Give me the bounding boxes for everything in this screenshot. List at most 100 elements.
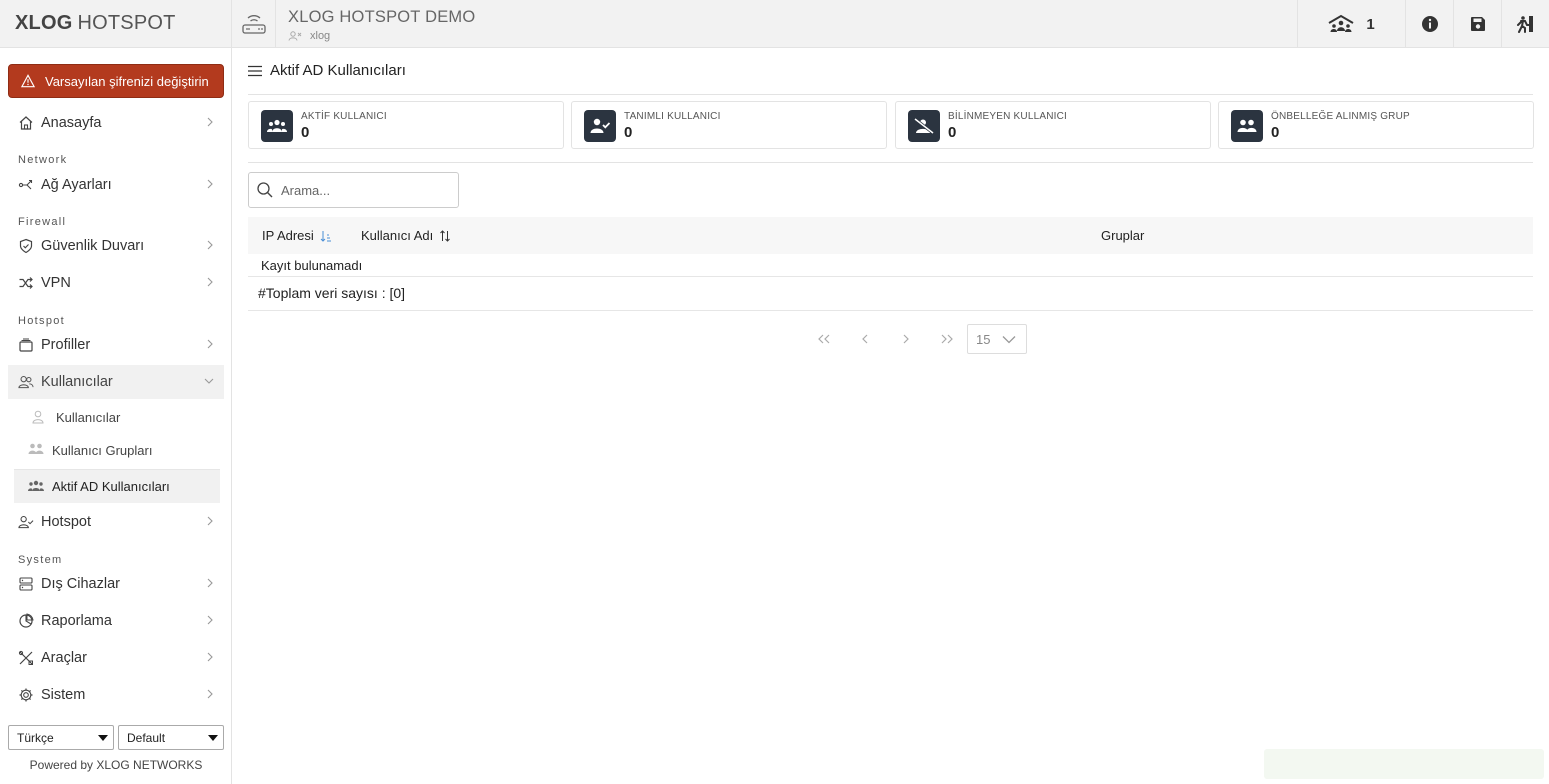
stat-card-active-users: AKTİF KULLANICI 0 bbox=[248, 101, 564, 149]
chevron-right-icon bbox=[207, 516, 213, 526]
last-page-button[interactable] bbox=[926, 324, 967, 354]
chevron-down-icon bbox=[1002, 336, 1016, 344]
user-icon bbox=[32, 410, 48, 424]
column-header-groups: Gruplar bbox=[1101, 228, 1144, 243]
sidebar-item-hotspot[interactable]: Hotspot bbox=[8, 505, 224, 539]
column-header-label: IP Adresi bbox=[262, 228, 314, 243]
logout-icon bbox=[1516, 16, 1533, 33]
shield-icon bbox=[18, 238, 34, 254]
online-users-count: 1 bbox=[1366, 15, 1375, 33]
stat-value: 0 bbox=[948, 124, 957, 141]
user-check-icon bbox=[584, 110, 616, 142]
prev-page-button[interactable] bbox=[844, 324, 885, 354]
top-header: XLOG HOTSPOT DEMO xlog 1 bbox=[232, 0, 1549, 48]
sidebar-item-tools[interactable]: Araçlar bbox=[8, 641, 224, 675]
chevron-right-icon bbox=[207, 652, 213, 662]
first-page-button[interactable] bbox=[803, 324, 844, 354]
theme-select-value: Default bbox=[127, 730, 166, 745]
sidebar-item-label: Sistem bbox=[41, 687, 86, 703]
column-header-username[interactable]: Kullanıcı Adı bbox=[361, 228, 451, 243]
save-button[interactable] bbox=[1453, 0, 1501, 48]
sidebar-item-system[interactable]: Sistem bbox=[8, 678, 224, 712]
stat-card-defined-users: TANIMLI KULLANICI 0 bbox=[571, 101, 887, 149]
sidebar-item-firewall[interactable]: Güvenlik Duvarı bbox=[8, 229, 224, 263]
chevron-right-icon bbox=[207, 277, 213, 287]
sidebar-item-label: Güvenlik Duvarı bbox=[41, 238, 145, 254]
brand-rest: HOTSPOT bbox=[77, 12, 176, 34]
sidebar-item-vpn[interactable]: VPN bbox=[8, 266, 224, 300]
info-button[interactable] bbox=[1405, 0, 1453, 48]
sidebar-item-external-devices[interactable]: Dış Cihazlar bbox=[8, 567, 224, 601]
search-box[interactable] bbox=[248, 172, 459, 208]
next-page-button[interactable] bbox=[885, 324, 926, 354]
online-users-icon bbox=[1328, 14, 1354, 32]
user-group-icon bbox=[28, 480, 44, 494]
chevron-right-icon bbox=[207, 578, 213, 588]
chevron-right-icon bbox=[903, 334, 909, 344]
gear-icon bbox=[18, 687, 34, 703]
network-icon bbox=[18, 177, 34, 193]
user-check-icon bbox=[18, 514, 34, 530]
logout-button[interactable] bbox=[1501, 0, 1549, 48]
router-icon[interactable] bbox=[232, 0, 276, 48]
menu-icon[interactable] bbox=[248, 65, 262, 77]
section-label-firewall: Firewall bbox=[18, 216, 67, 228]
sidebar-item-label: Hotspot bbox=[41, 514, 91, 530]
logged-user-name: xlog bbox=[310, 30, 331, 42]
pie-chart-icon bbox=[18, 613, 34, 629]
stat-card-cached-groups: ÖNBELLEĞE ALINMIŞ GRUP 0 bbox=[1218, 101, 1534, 149]
sidebar-item-label: VPN bbox=[41, 275, 71, 291]
table-header: IP Adresi Kullanıcı Adı Gruplar bbox=[248, 217, 1533, 254]
section-label-system: System bbox=[18, 554, 63, 566]
sidebar-subitem-users[interactable]: Kullanıcılar bbox=[14, 400, 220, 434]
user-icon bbox=[288, 31, 302, 41]
caret-down-icon bbox=[98, 735, 108, 741]
sidebar-subitem-ad-users[interactable]: Aktif AD Kullanıcıları bbox=[14, 469, 220, 503]
brand-logo[interactable]: XLOG HOTSPOT bbox=[0, 0, 231, 48]
stat-value: 0 bbox=[301, 124, 310, 141]
sidebar-subitem-user-groups[interactable]: Kullanıcı Grupları bbox=[14, 433, 220, 467]
sidebar-item-label: Kullanıcılar bbox=[41, 374, 113, 390]
chevron-right-icon bbox=[207, 339, 213, 349]
sidebar-item-label: Anasayfa bbox=[41, 115, 102, 131]
warning-icon bbox=[21, 74, 35, 88]
chevron-right-icon bbox=[207, 689, 213, 699]
info-icon bbox=[1421, 16, 1438, 32]
sidebar-item-reporting[interactable]: Raporlama bbox=[8, 604, 224, 638]
alert-label: Varsayılan şifrenizi değiştirin bbox=[45, 73, 209, 89]
caret-down-icon bbox=[208, 735, 218, 741]
online-users-button[interactable]: 1 bbox=[1297, 0, 1405, 48]
page-title: Aktif AD Kullanıcıları bbox=[270, 62, 406, 79]
stat-label: TANIMLI KULLANICI bbox=[624, 111, 721, 122]
language-select[interactable]: Türkçe bbox=[8, 725, 114, 750]
section-label-network: Network bbox=[18, 154, 68, 166]
sidebar-item-profiles[interactable]: Profiller bbox=[8, 328, 224, 362]
sidebar-item-users[interactable]: Kullanıcılar bbox=[8, 365, 224, 399]
column-header-label: Gruplar bbox=[1101, 228, 1145, 243]
theme-select[interactable]: Default bbox=[118, 725, 224, 750]
user-group-icon bbox=[28, 443, 44, 457]
stat-value: 0 bbox=[624, 124, 633, 141]
stat-label: AKTİF KULLANICI bbox=[301, 111, 387, 122]
column-header-ip[interactable]: IP Adresi bbox=[262, 228, 332, 243]
chevrons-right-icon bbox=[941, 334, 953, 344]
notification-toast bbox=[1264, 749, 1544, 779]
sidebar-subitem-label: Kullanıcı Grupları bbox=[52, 442, 153, 458]
change-password-alert-button[interactable]: Varsayılan şifrenizi değiştirin bbox=[8, 64, 224, 98]
chevron-down-icon bbox=[204, 378, 214, 384]
stat-value: 0 bbox=[1271, 124, 1280, 141]
home-icon bbox=[18, 115, 34, 131]
chevron-right-icon bbox=[207, 179, 213, 189]
chevrons-left-icon bbox=[817, 334, 829, 344]
device-title: XLOG HOTSPOT DEMO bbox=[288, 8, 476, 26]
logged-user: xlog bbox=[288, 30, 330, 42]
sidebar-item-home[interactable]: Anasayfa bbox=[8, 106, 224, 140]
empty-message: Kayıt bulunamadı bbox=[261, 258, 363, 273]
language-select-value: Türkçe bbox=[17, 730, 54, 745]
sidebar: XLOG HOTSPOT Varsayılan şifrenizi değişt… bbox=[0, 0, 232, 784]
page-size-select[interactable]: 15 bbox=[967, 324, 1027, 354]
sidebar-item-label: Araçlar bbox=[41, 650, 87, 666]
sidebar-item-network-settings[interactable]: Ağ Ayarları bbox=[8, 168, 224, 202]
divider bbox=[248, 162, 1533, 163]
search-input[interactable] bbox=[281, 182, 441, 198]
